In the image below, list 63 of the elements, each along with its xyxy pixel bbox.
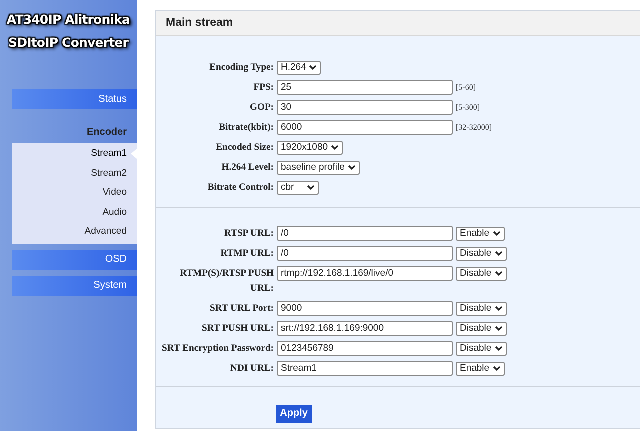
dropdown[interactable]: H.264 (277, 60, 322, 74)
chevron-icon (494, 250, 503, 256)
chevron-icon (494, 306, 503, 312)
dropdown[interactable]: baseline profile (277, 160, 360, 174)
input-field[interactable]: 6000 (277, 120, 453, 135)
dropdown[interactable]: Enable (456, 226, 505, 240)
submenu-item[interactable]: Video (12, 183, 137, 202)
field-label: RTMP(S)/RTSP PUSH URL: (179, 267, 274, 296)
range-hint: [5-300] (456, 103, 480, 112)
pointer-icon (131, 149, 137, 159)
chevron-icon (331, 144, 340, 150)
field-label: Encoding Type: (208, 61, 274, 75)
input-field[interactable]: 25 (277, 80, 453, 95)
field-label: Bitrate Control: (206, 181, 274, 195)
field-label: Bitrate(kbit): (218, 121, 274, 135)
nav-button[interactable]: Status (12, 89, 137, 109)
dropdown[interactable]: Disable (456, 342, 507, 356)
input-field[interactable]: rtmp://192.168.1.169/live/0 (277, 266, 453, 281)
submenu-item[interactable]: Advanced (12, 222, 137, 242)
input-field[interactable]: 0123456789 (277, 341, 453, 356)
dropdown[interactable]: Enable (456, 362, 505, 376)
range-hint: [32-32000] (456, 123, 492, 132)
chevron-icon (494, 346, 503, 352)
field-label: NDI URL: (230, 362, 274, 376)
chevron-icon (348, 164, 356, 170)
input-field[interactable]: 30 (277, 100, 453, 115)
submenu-item[interactable]: Audio (12, 202, 137, 222)
dropdown[interactable]: Disable (456, 266, 507, 280)
range-hint: [5-60] (456, 83, 476, 92)
input-field[interactable]: 9000 (277, 301, 453, 316)
input-field[interactable]: srt://192.168.1.169:9000 (277, 321, 453, 336)
field-label: GOP: (249, 101, 274, 115)
field-label: RTMP URL: (220, 247, 274, 261)
chevron-icon (307, 184, 315, 190)
field-label: H.264 Level: (220, 161, 274, 175)
submenu-item[interactable]: Stream2 (12, 164, 137, 183)
field-label: FPS: (252, 81, 274, 95)
nav-button[interactable]: OSD (12, 250, 137, 270)
field-label: SRT PUSH URL: (201, 322, 274, 336)
input-field[interactable]: /0 (277, 226, 453, 241)
field-label: RTSP URL: (223, 227, 274, 241)
dropdown[interactable]: Disable (456, 246, 507, 260)
chevron-icon (494, 270, 503, 276)
field-label: SRT URL Port: (209, 302, 274, 316)
brand-title: SDItoIP Converter (7, 34, 130, 52)
dropdown[interactable]: Disable (456, 322, 507, 336)
dropdown[interactable]: Disable (456, 302, 507, 316)
brand-title: AT340IP Alitronika (6, 11, 132, 29)
submenu-item[interactable]: Stream1 (12, 144, 137, 164)
chevron-icon (492, 366, 501, 372)
apply-button[interactable]: Apply (276, 404, 312, 422)
chevron-icon (309, 64, 318, 70)
nav-heading: Encoder (86, 126, 128, 140)
field-label: Encoded Size: (215, 141, 274, 155)
chevron-icon (492, 230, 501, 236)
panel-title: Main stream (166, 17, 234, 29)
input-field[interactable]: /0 (277, 246, 453, 261)
field-label: SRT Encryption Password: (161, 342, 274, 356)
chevron-icon (494, 326, 503, 332)
input-field[interactable]: Stream1 (277, 361, 453, 376)
dropdown[interactable]: 1920x1080 (277, 140, 344, 154)
nav-button[interactable]: System (12, 276, 137, 296)
dropdown[interactable]: cbr (277, 180, 319, 194)
